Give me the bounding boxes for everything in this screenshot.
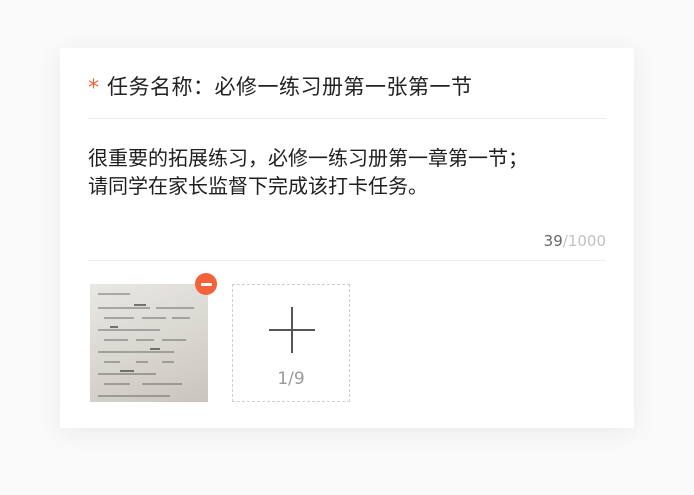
minus-circle-icon — [200, 282, 212, 286]
char-counter: 39/1000 — [544, 232, 606, 250]
uploaded-image-thumbnail[interactable] — [90, 284, 208, 402]
description-divider — [88, 260, 606, 261]
task-name-row[interactable]: * 任务名称：必修一练习册第一张第一节 — [88, 70, 473, 102]
worksheet-photo — [98, 293, 194, 397]
image-count-label: 1/9 — [277, 369, 305, 389]
description-line: 很重要的拓展练习，必修一练习册第一章第一节； — [88, 146, 528, 170]
char-count-max: /1000 — [562, 232, 606, 250]
description-textarea[interactable]: 很重要的拓展练习，必修一练习册第一章第一节； 请同学在家长监督下完成该打卡任务。 — [88, 144, 608, 200]
title-divider — [88, 118, 606, 119]
task-form-card: * 任务名称：必修一练习册第一张第一节 很重要的拓展练习，必修一练习册第一章第一… — [60, 48, 634, 428]
add-image-button[interactable]: 1/9 — [232, 284, 350, 402]
page-background: * 任务名称：必修一练习册第一张第一节 很重要的拓展练习，必修一练习册第一章第一… — [0, 0, 694, 495]
task-name-field[interactable]: 任务名称：必修一练习册第一张第一节 — [107, 71, 473, 101]
required-mark: * — [88, 76, 99, 101]
plus-icon — [291, 307, 293, 353]
remove-image-button[interactable] — [195, 273, 217, 295]
char-count-current: 39 — [543, 232, 563, 250]
description-line: 请同学在家长监督下完成该打卡任务。 — [88, 174, 428, 198]
